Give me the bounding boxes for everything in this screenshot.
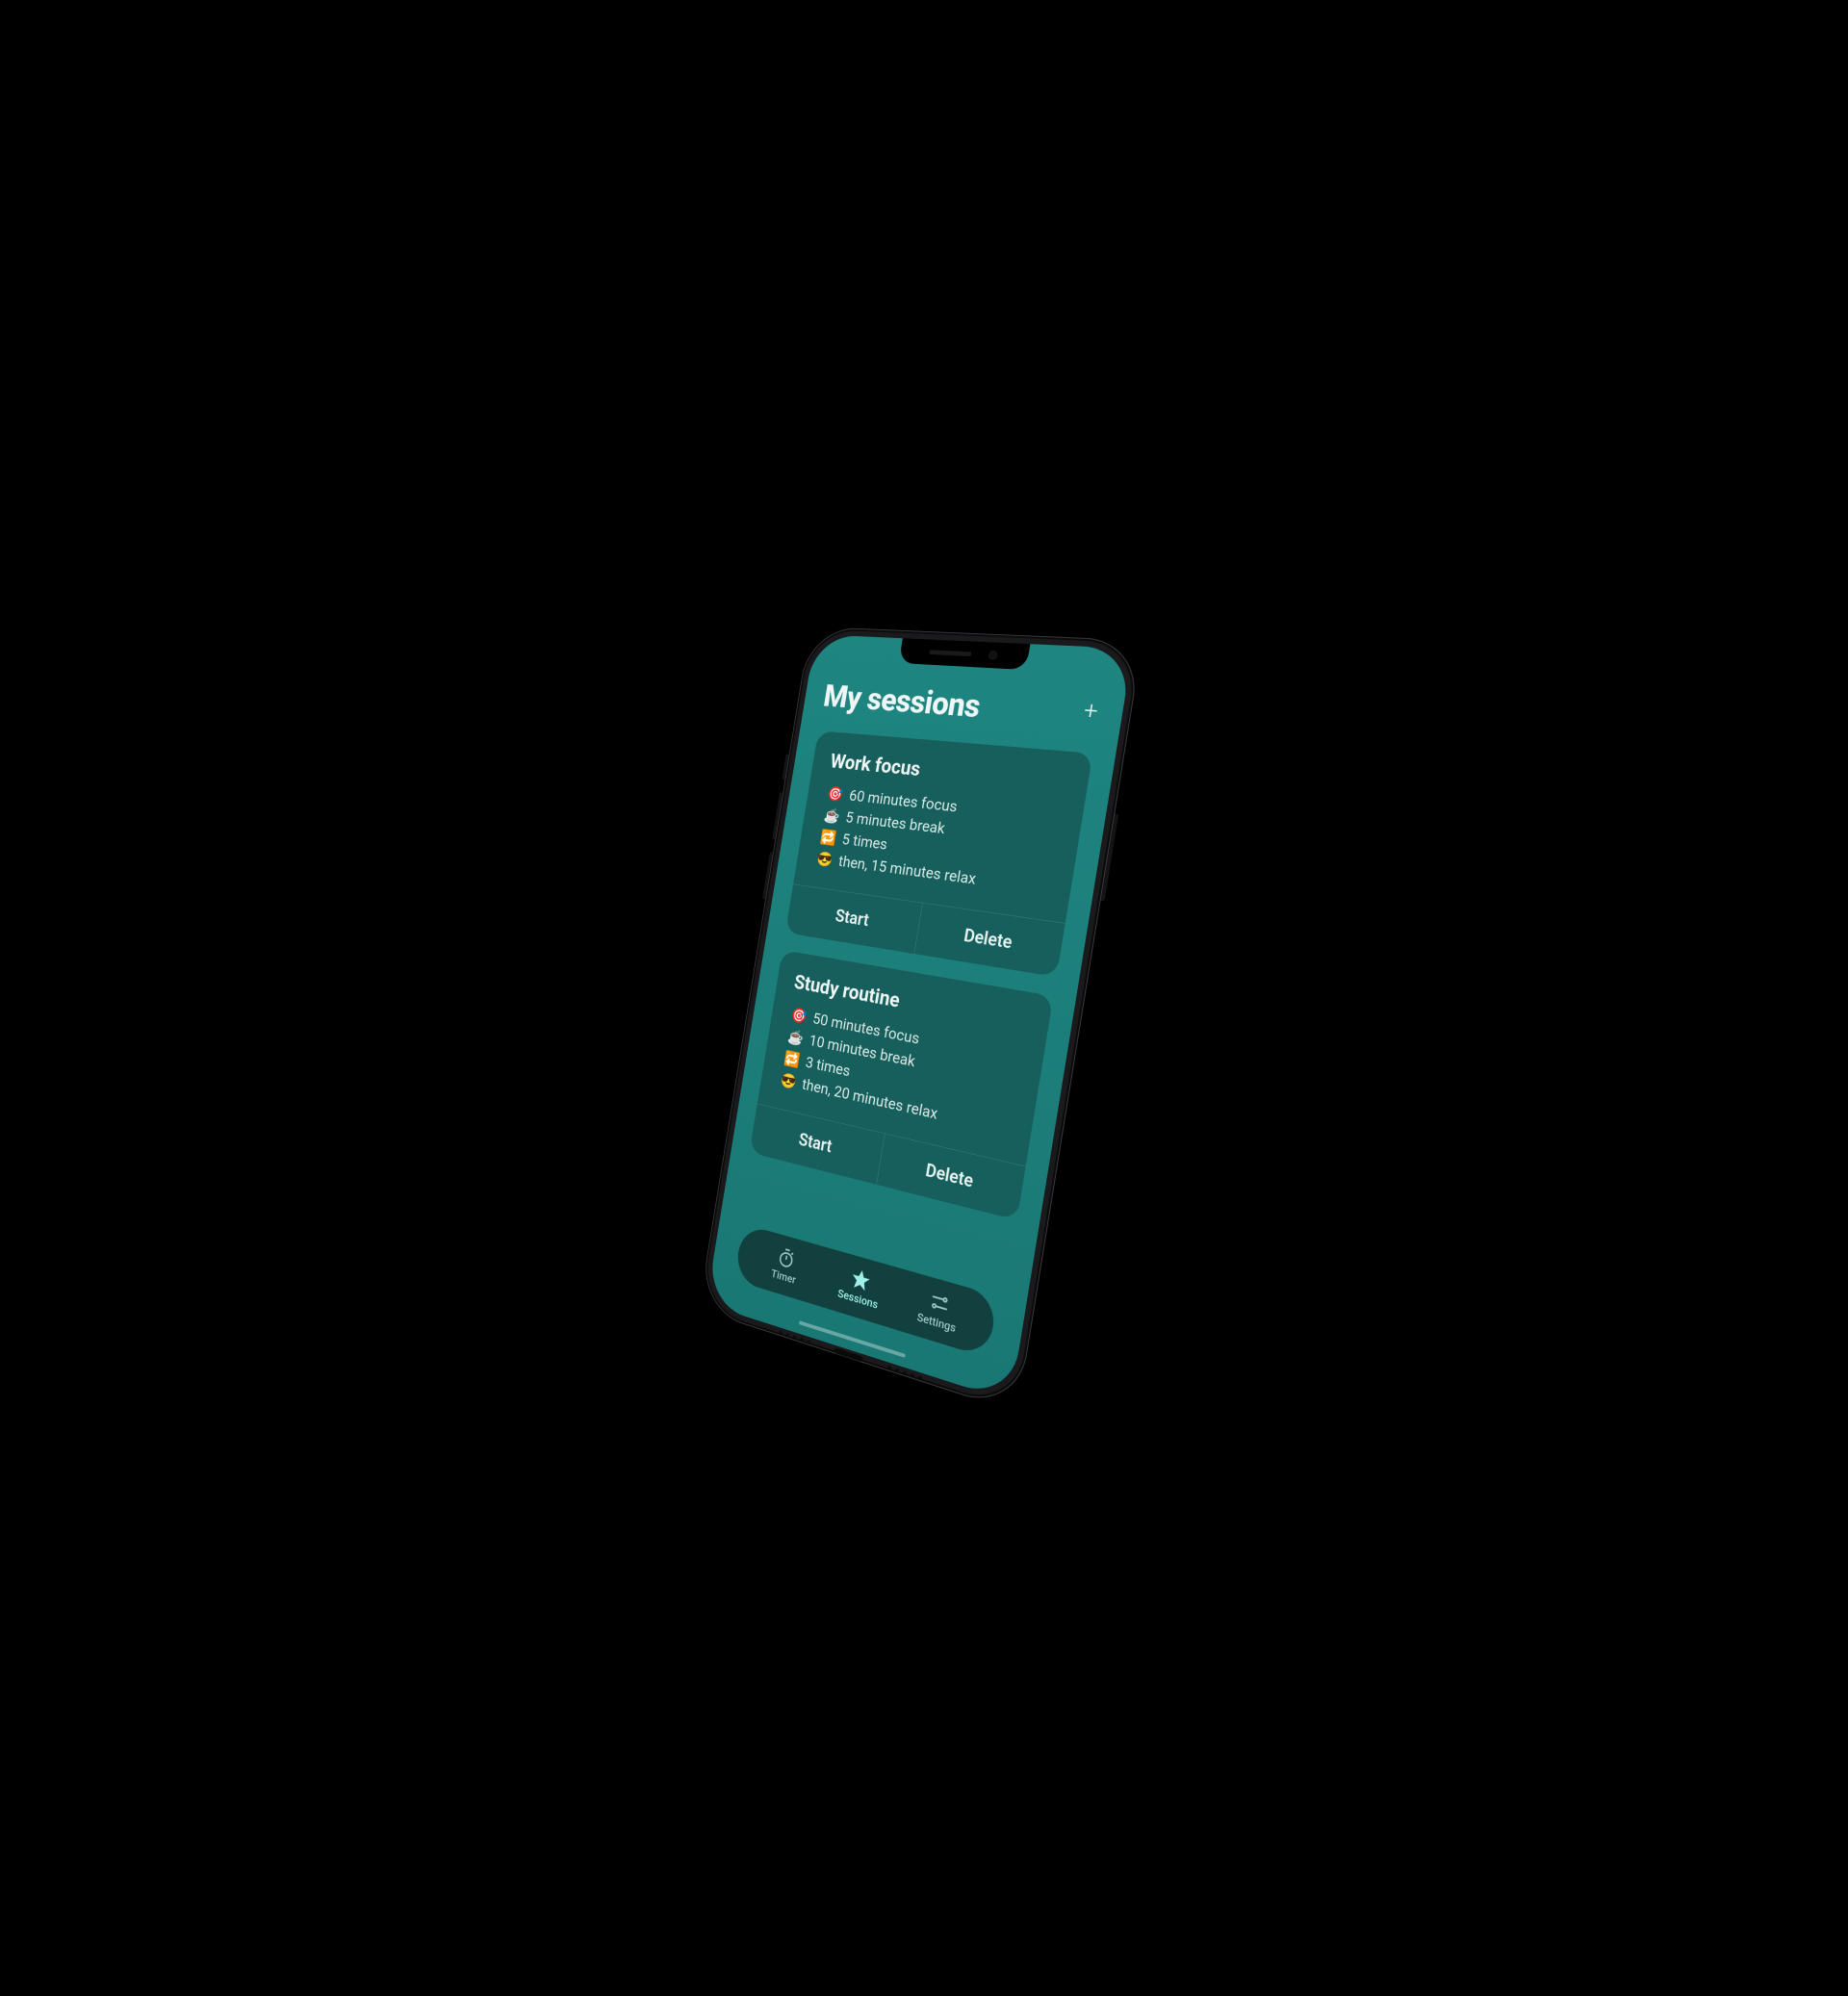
delete-button[interactable]: Delete	[876, 1134, 1025, 1220]
nav-settings[interactable]: Settings	[908, 1285, 970, 1338]
star-icon	[850, 1267, 871, 1292]
repeat-icon: 🔁	[819, 830, 836, 845]
nav-sessions-label: Sessions	[836, 1287, 879, 1312]
coffee-icon: ☕	[823, 807, 840, 823]
add-session-button[interactable]: +	[1082, 694, 1102, 724]
sliders-icon	[928, 1290, 950, 1316]
target-icon: 🎯	[790, 1007, 808, 1024]
session-repeat-text: 5 times	[841, 831, 889, 854]
session-card: Study routine 🎯 50 minutes focus ☕ 10 mi…	[750, 950, 1054, 1220]
plus-icon: +	[1082, 696, 1100, 726]
page-title: My sessions	[821, 678, 983, 726]
session-relax-text: then, 15 minutes relax	[837, 853, 978, 889]
cool-icon: 😎	[780, 1072, 797, 1089]
stopwatch-icon	[777, 1246, 797, 1270]
cool-icon: 😎	[816, 851, 834, 867]
coffee-icon: ☕	[786, 1029, 804, 1046]
nav-sessions[interactable]: Sessions	[831, 1263, 889, 1314]
target-icon: 🎯	[827, 786, 844, 802]
delete-button[interactable]: Delete	[913, 903, 1065, 977]
phone-mockup: My sessions + Work focus 🎯	[698, 627, 1142, 1413]
app-screen: My sessions + Work focus 🎯	[706, 634, 1133, 1401]
session-card: Work focus 🎯 60 minutes focus ☕ 5 minute…	[785, 730, 1093, 977]
nav-timer[interactable]: Timer	[757, 1241, 813, 1291]
nav-settings-label: Settings	[916, 1310, 957, 1335]
repeat-icon: 🔁	[783, 1051, 801, 1068]
